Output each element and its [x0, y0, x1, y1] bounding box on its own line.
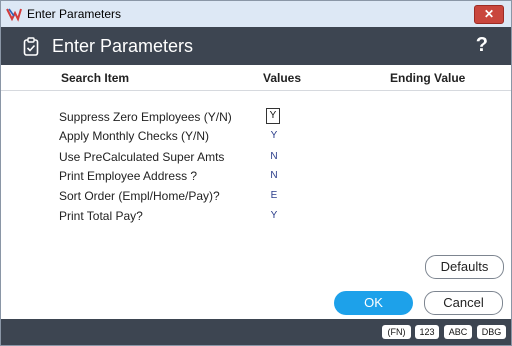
param-row: Print Employee Address ? N	[59, 167, 499, 185]
dialog-window: Enter Parameters ✕ Enter Parameters ? Se…	[0, 0, 512, 346]
param-value-input[interactable]: Y	[266, 108, 280, 124]
param-label: Print Total Pay?	[59, 209, 143, 223]
footer-bar: (FN) 123 ABC DBG	[1, 319, 511, 345]
param-label: Sort Order (Empl/Home/Pay)?	[59, 189, 220, 203]
dialog-title: Enter Parameters	[52, 36, 194, 56]
param-label: Apply Monthly Checks (Y/N)	[59, 129, 210, 143]
column-header-values: Values	[263, 71, 302, 85]
cancel-button[interactable]: Cancel	[424, 291, 503, 315]
fn-toggle[interactable]: (FN)	[382, 325, 411, 339]
param-value-input[interactable]: N	[269, 151, 279, 162]
numeric-keyboard-toggle[interactable]: 123	[415, 325, 439, 339]
title-bar: Enter Parameters ✕	[1, 1, 511, 27]
alpha-keyboard-toggle[interactable]: ABC	[444, 325, 472, 339]
window-title: Enter Parameters	[27, 7, 122, 21]
param-row: Print Total Pay? Y	[59, 207, 499, 225]
param-label: Print Employee Address ?	[59, 169, 198, 183]
close-button[interactable]: ✕	[474, 5, 504, 24]
param-label: Use PreCalculated Super Amts	[59, 150, 225, 164]
param-value-input[interactable]: N	[269, 170, 279, 181]
debug-toggle[interactable]: DBG	[477, 325, 506, 339]
param-value-input[interactable]: Y	[269, 210, 279, 221]
column-header-search-item: Search Item	[61, 71, 130, 85]
param-row: Suppress Zero Employees (Y/N) Y	[59, 108, 499, 126]
param-row: Sort Order (Empl/Home/Pay)? E	[59, 187, 499, 205]
app-logo-icon	[6, 8, 22, 22]
param-label: Suppress Zero Employees (Y/N)	[59, 110, 232, 124]
ok-button[interactable]: OK	[334, 291, 413, 315]
dialog-header: Enter Parameters ?	[1, 27, 511, 65]
defaults-button[interactable]: Defaults	[425, 255, 504, 279]
param-value-input[interactable]: Y	[269, 130, 279, 141]
param-row: Apply Monthly Checks (Y/N) Y	[59, 127, 499, 145]
param-value-input[interactable]: E	[269, 190, 279, 201]
clipboard-check-icon	[23, 37, 39, 56]
param-row: Use PreCalculated Super Amts N	[59, 148, 499, 166]
column-header-ending-value: Ending Value	[390, 71, 466, 85]
header-divider	[1, 90, 511, 91]
help-icon[interactable]: ?	[476, 34, 488, 57]
